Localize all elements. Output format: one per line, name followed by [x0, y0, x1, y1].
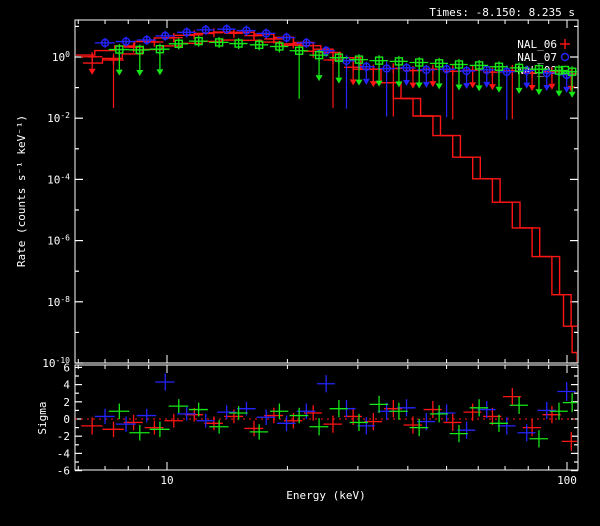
model-line — [75, 32, 578, 363]
plot-window: Times: -8.150: 8.235 s NAL_06 NAL_07 NAL… — [0, 0, 600, 526]
x-tick-label: 100 — [557, 474, 577, 487]
sigma-tick-label: -6 — [57, 465, 70, 478]
plot-graphics-layer: 10010-210-410-610-810-106420-2-4-610100 — [42, 20, 581, 487]
text-layer: Times: -8.150: 8.235 s NAL_06 NAL_07 NAL… — [15, 6, 575, 502]
y-tick-label: 10-6 — [47, 234, 70, 248]
sigma-tick-label: -2 — [57, 430, 70, 443]
y-axis-label-rate: Rate (counts s⁻¹ keV⁻¹) — [15, 115, 28, 267]
sigma-series-nal_07 — [95, 373, 576, 441]
times-title: Times: -8.150: 8.235 s — [429, 6, 575, 19]
x-axis-label-energy: Energy (keV) — [286, 489, 365, 502]
y-axis-label-sigma: Sigma — [36, 401, 49, 434]
x-tick-label: 10 — [160, 474, 173, 487]
legend-label-nal06: NAL_06 — [517, 38, 557, 51]
sigma-tick-label: 6 — [63, 361, 70, 374]
series-nal_07 — [95, 24, 576, 120]
sigma-series-nal_06 — [81, 388, 580, 451]
y-tick-label: 10-8 — [47, 295, 70, 309]
sigma-tick-label: 0 — [63, 413, 70, 426]
legend-symbols — [560, 39, 570, 74]
series-nal_06 — [81, 28, 580, 119]
y-tick-label: 10-2 — [47, 111, 70, 125]
sigma-tick-label: 2 — [63, 396, 70, 409]
y-tick-label: 100 — [52, 50, 70, 64]
circle-icon — [562, 54, 569, 61]
y-tick-label: 10-4 — [47, 172, 70, 186]
sigma-tick-label: -4 — [57, 447, 71, 460]
sigma-tick-label: 4 — [63, 379, 70, 392]
spectrum-plot: Times: -8.150: 8.235 s NAL_06 NAL_07 NAL… — [0, 0, 600, 526]
legend-label-nal07: NAL_07 — [517, 51, 557, 64]
